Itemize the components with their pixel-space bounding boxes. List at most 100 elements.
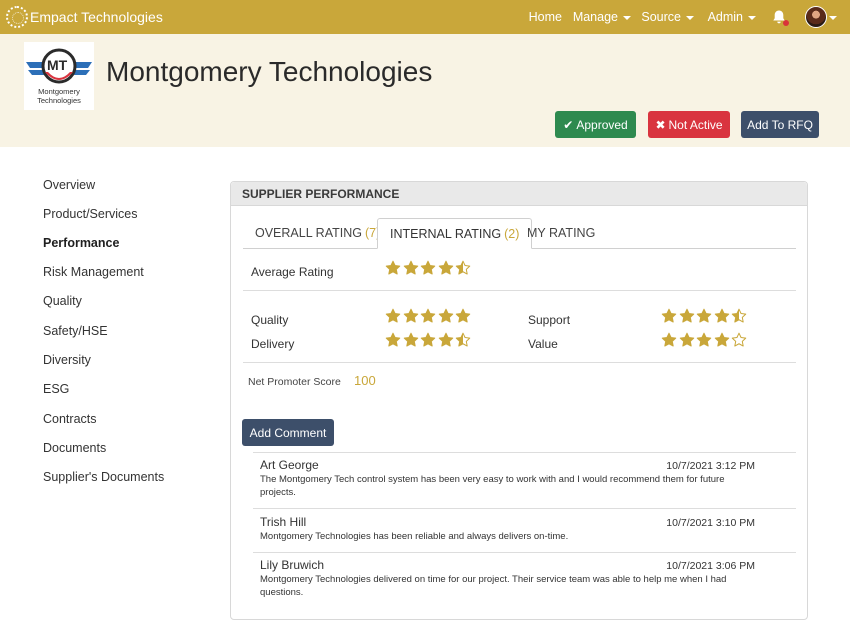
brand-name: Empact Technologies	[30, 9, 163, 25]
delivery-rating-stars	[385, 332, 473, 348]
comment-author: Art George	[260, 458, 319, 472]
chevron-down-icon[interactable]	[829, 16, 837, 20]
divider	[243, 290, 796, 291]
comment-text: The Montgomery Tech control system has b…	[260, 474, 725, 498]
comment-text: Montgomery Technologies delivered on tim…	[260, 574, 727, 598]
tab-my-label: MY RATING	[527, 226, 596, 240]
star-icon	[714, 332, 729, 347]
star-icon	[438, 308, 453, 323]
star-icon	[455, 260, 471, 275]
nav-manage-label: Manage	[572, 10, 618, 24]
value-rating-stars	[661, 332, 749, 348]
tab-my-rating[interactable]: MY RATING	[515, 218, 607, 249]
nps-label: Net Promoter Score	[248, 376, 341, 388]
sidebar-item-esg[interactable]: ESG	[43, 382, 69, 396]
check-icon: ✔	[563, 117, 574, 132]
page-title: Montgomery Technologies	[106, 56, 433, 87]
panel-title: SUPPLIER PERFORMANCE	[231, 182, 807, 206]
star-icon	[438, 332, 453, 347]
nav-home[interactable]: Home	[529, 10, 562, 24]
quality-rating-label: Quality	[251, 313, 289, 327]
approved-button[interactable]: ✔ Approved	[555, 111, 636, 138]
star-icon	[455, 308, 471, 323]
divider	[243, 362, 796, 363]
nav-source[interactable]: Source	[641, 10, 694, 24]
chevron-down-icon	[623, 15, 631, 20]
divider	[253, 552, 796, 553]
average-rating-stars	[385, 260, 473, 276]
comment-date: 10/7/2021 3:06 PM	[666, 560, 755, 572]
average-rating-label: Average Rating	[251, 265, 334, 279]
company-header: MT Montgomery Technologies Montgomery Te…	[0, 34, 850, 147]
brand[interactable]: Empact Technologies	[6, 6, 163, 28]
empact-ring-logo-icon	[6, 6, 28, 28]
tab-internal-rating[interactable]: INTERNAL RATING (2)	[377, 218, 533, 249]
notification-dot	[783, 20, 789, 26]
divider	[253, 452, 796, 453]
comment-item: Lily Bruwich 10/7/2021 3:06 PM Montgomer…	[253, 558, 796, 608]
tab-internal-label: INTERNAL RATING	[390, 227, 502, 241]
divider	[253, 508, 796, 509]
value-rating-label: Value	[528, 337, 558, 351]
comment-item: Art George 10/7/2021 3:12 PM The Montgom…	[253, 458, 796, 508]
comment-date: 10/7/2021 3:10 PM	[666, 517, 755, 529]
bell-icon[interactable]	[771, 9, 789, 26]
avatar	[805, 6, 827, 28]
star-icon	[679, 308, 694, 323]
star-icon	[385, 308, 401, 323]
star-icon	[403, 332, 418, 347]
nav-admin-label: Admin	[707, 10, 743, 24]
nps-value: 100	[354, 373, 376, 388]
star-icon	[661, 308, 677, 323]
comment-author: Lily Bruwich	[260, 558, 325, 572]
not-active-button[interactable]: ✖ Not Active	[648, 111, 730, 138]
close-icon: ✖	[655, 117, 666, 132]
star-icon	[385, 332, 401, 347]
supplier-performance-panel: SUPPLIER PERFORMANCE OVERALL RATING (7) I…	[230, 181, 808, 620]
comment-date: 10/7/2021 3:12 PM	[666, 460, 755, 472]
delivery-rating-label: Delivery	[251, 337, 295, 351]
top-navbar: Empact Technologies Home Manage Source A…	[0, 0, 850, 34]
star-icon	[731, 332, 747, 347]
chevron-down-icon	[748, 15, 756, 20]
rating-tabs: OVERALL RATING (7) INTERNAL RATING (2) MY …	[243, 218, 796, 249]
sidebar-item-product-services[interactable]: Product/Services	[43, 207, 137, 221]
tab-overall-rating[interactable]: OVERALL RATING (7)	[243, 218, 392, 249]
add-to-rfq-button[interactable]: Add To RFQ	[741, 111, 819, 138]
sidebar-item-risk-management[interactable]: Risk Management	[43, 265, 144, 279]
star-icon	[420, 260, 436, 275]
star-icon	[679, 332, 694, 347]
comment-text: Montgomery Technologies has been reliabl…	[260, 531, 569, 542]
sidebar-item-documents[interactable]: Documents	[43, 441, 106, 455]
sidebar-item-diversity[interactable]: Diversity	[43, 353, 91, 367]
user-menu[interactable]	[805, 6, 827, 28]
logo-initials: MT	[47, 57, 68, 73]
star-icon	[661, 332, 677, 347]
logo-caption-2: Technologies	[37, 96, 81, 105]
chevron-down-icon	[686, 15, 694, 20]
star-icon	[714, 308, 729, 323]
sidebar-item-contracts[interactable]: Contracts	[43, 412, 97, 426]
sidebar-item-quality[interactable]: Quality	[43, 294, 82, 308]
add-comment-button[interactable]: Add Comment	[242, 419, 334, 446]
nav-manage[interactable]: Manage	[573, 10, 631, 24]
support-rating-label: Support	[528, 313, 571, 327]
star-icon	[455, 332, 471, 347]
star-icon	[403, 308, 418, 323]
sidebar-item-overview[interactable]: Overview	[43, 178, 95, 192]
star-icon	[731, 308, 747, 323]
sidebar-item-suppliers-documents[interactable]: Supplier's Documents	[43, 470, 164, 484]
nav-admin[interactable]: Admin	[708, 10, 756, 24]
nav-source-label: Source	[641, 10, 681, 24]
star-icon	[696, 332, 712, 347]
star-icon	[420, 332, 436, 347]
star-icon	[438, 260, 453, 275]
star-icon	[420, 308, 436, 323]
sidebar-item-performance[interactable]: Performance	[43, 236, 119, 250]
approved-label: Approved	[576, 117, 628, 132]
quality-rating-stars	[385, 308, 473, 324]
comment-item: Trish Hill 10/7/2021 3:10 PM Montgomery …	[253, 515, 796, 553]
comment-author: Trish Hill	[260, 515, 307, 529]
sidebar-item-safety-hse[interactable]: Safety/HSE	[43, 324, 108, 338]
tab-overall-label: OVERALL RATING	[255, 226, 362, 240]
